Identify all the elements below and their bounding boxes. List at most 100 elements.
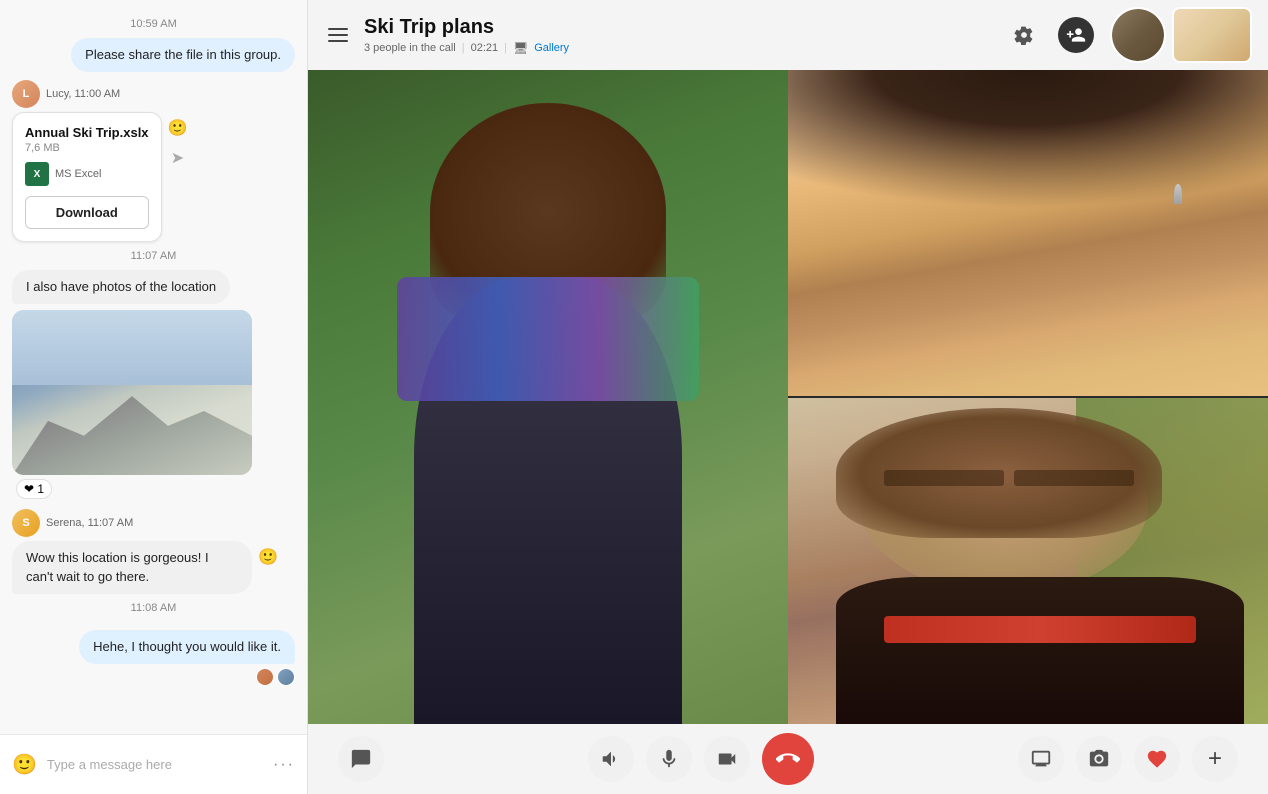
camera-button[interactable] xyxy=(704,736,750,782)
earring-right xyxy=(1174,184,1182,204)
add-button[interactable]: + xyxy=(1192,736,1238,782)
chat-icon xyxy=(350,748,372,770)
meta-sep1: | xyxy=(462,42,465,54)
controls-right: + xyxy=(1018,736,1238,782)
timestamp-1107: 11:07 AM xyxy=(12,250,295,262)
serena-sender-info: S Serena, 11:07 AM xyxy=(12,509,295,537)
dog-shape xyxy=(836,577,1244,724)
chat-panel: 10:59 AM Please share the file in this g… xyxy=(0,0,308,794)
glasses-left xyxy=(884,470,1004,486)
add-icon: + xyxy=(1208,745,1222,773)
screen-icon-small: 🖥 xyxy=(513,41,528,55)
emoji-reaction-icon[interactable]: 🙂 xyxy=(168,118,188,138)
gallery-button[interactable]: Gallery xyxy=(534,42,569,54)
file-bubble-header: Annual Ski Trip.xslx 7,6 MB xyxy=(25,125,149,154)
glasses-right xyxy=(1014,470,1134,486)
right-videos xyxy=(788,70,1268,724)
speaker-icon xyxy=(600,748,622,770)
serena-avatar: S xyxy=(12,509,40,537)
system-bubble-text: Please share the file in this group. xyxy=(71,38,295,72)
video-panel: Ski Trip plans 3 people in the call | 02… xyxy=(308,0,1268,794)
file-message-wrapper: Annual Ski Trip.xslx 7,6 MB X MS Excel D… xyxy=(12,112,295,242)
download-button[interactable]: Download xyxy=(25,196,149,229)
file-actions: 🙂 ➤ xyxy=(168,112,188,168)
self-bubble: Hehe, I thought you would like it. xyxy=(79,630,295,664)
serena-message: Wow this location is gorgeous! I can't w… xyxy=(12,541,295,593)
serena-bubble: Wow this location is gorgeous! I can't w… xyxy=(12,541,252,593)
lucy-sender-time: Lucy, 11:00 AM xyxy=(46,88,120,100)
call-meta: 3 people in the call | 02:21 | 🖥 Gallery xyxy=(364,41,994,55)
main-video xyxy=(308,70,788,724)
participant-thumb-2[interactable] xyxy=(1172,7,1252,63)
chat-toggle-button[interactable] xyxy=(338,736,384,782)
read-avatar-1 xyxy=(256,668,274,686)
file-info: Annual Ski Trip.xslx 7,6 MB xyxy=(25,125,149,154)
file-bubble: Annual Ski Trip.xslx 7,6 MB X MS Excel D… xyxy=(12,112,162,242)
controls-left xyxy=(338,736,384,782)
photo-message-wrapper: I also have photos of the location ❤ 1 xyxy=(12,270,295,499)
hair-top-right xyxy=(788,70,1268,266)
system-message: Please share the file in this group. xyxy=(12,38,295,72)
bottom-right-video xyxy=(788,398,1268,724)
read-receipts xyxy=(79,668,295,686)
microphone-icon xyxy=(658,748,680,770)
video-grid xyxy=(308,70,1268,724)
settings-button[interactable] xyxy=(1006,17,1042,53)
excel-icon: X xyxy=(25,162,49,186)
chat-messages: 10:59 AM Please share the file in this g… xyxy=(0,0,307,734)
heart-reaction[interactable]: ❤ 1 xyxy=(16,479,52,499)
call-duration: 02:21 xyxy=(471,42,499,54)
last-message-area: Hehe, I thought you would like it. xyxy=(79,630,295,686)
microphone-button[interactable] xyxy=(646,736,692,782)
speaker-button[interactable] xyxy=(588,736,634,782)
photo-text-bubble: I also have photos of the location xyxy=(12,270,230,304)
file-icon-area: X MS Excel xyxy=(25,162,149,186)
message-input[interactable] xyxy=(47,757,263,772)
read-avatar-2 xyxy=(277,668,295,686)
serena-emoji-icon[interactable]: 🙂 xyxy=(258,547,278,567)
end-call-button[interactable] xyxy=(762,733,814,785)
serena-sender-time: Serena, 11:07 AM xyxy=(46,517,133,529)
main-person-silhouette xyxy=(380,103,716,724)
camera-flip-icon xyxy=(1088,748,1110,770)
screen-share-button[interactable] xyxy=(1018,736,1064,782)
heart-icon xyxy=(1146,748,1168,770)
call-controls-bar: + xyxy=(308,724,1268,794)
heart-button[interactable] xyxy=(1134,736,1180,782)
header-right xyxy=(1006,7,1252,63)
timestamp-1059: 10:59 AM xyxy=(12,18,295,30)
video-header: Ski Trip plans 3 people in the call | 02… xyxy=(308,0,1268,70)
chat-input-bar: 🙂 ··· xyxy=(0,734,307,794)
call-title-area: Ski Trip plans 3 people in the call | 02… xyxy=(364,15,994,55)
gear-icon xyxy=(1014,25,1034,45)
end-call-icon xyxy=(776,747,800,771)
top-right-video xyxy=(788,70,1268,398)
more-options-button[interactable]: ··· xyxy=(273,756,295,774)
scarf-shape xyxy=(397,277,699,401)
meta-sep2: | xyxy=(504,42,507,54)
participant-thumbnails xyxy=(1110,7,1252,63)
reaction-bar: ❤ 1 xyxy=(16,479,52,499)
controls-center xyxy=(588,733,814,785)
timestamp-1108: 11:08 AM xyxy=(12,602,295,614)
camera-icon xyxy=(716,748,738,770)
self-message-wrapper: Hehe, I thought you would like it. xyxy=(12,622,295,686)
people-count: 3 people in the call xyxy=(364,42,456,54)
add-person-icon xyxy=(1066,25,1086,45)
excel-label: MS Excel xyxy=(55,168,101,180)
participant-thumb-1[interactable] xyxy=(1110,7,1166,63)
mountain-photo[interactable] xyxy=(12,310,252,475)
file-size: 7,6 MB xyxy=(25,142,149,154)
file-name: Annual Ski Trip.xslx xyxy=(25,125,149,140)
lucy-avatar: L xyxy=(12,80,40,108)
emoji-button[interactable]: 🙂 xyxy=(12,752,37,777)
forward-icon[interactable]: ➤ xyxy=(171,148,184,168)
dog-bandana xyxy=(884,616,1196,642)
lucy-sender-info: L Lucy, 11:00 AM xyxy=(12,80,295,108)
screen-share-icon xyxy=(1030,748,1052,770)
hamburger-menu[interactable] xyxy=(324,24,352,46)
mountain-image xyxy=(12,310,252,475)
call-title: Ski Trip plans xyxy=(364,15,994,39)
camera-switch-button[interactable] xyxy=(1076,736,1122,782)
add-person-button[interactable] xyxy=(1058,17,1094,53)
